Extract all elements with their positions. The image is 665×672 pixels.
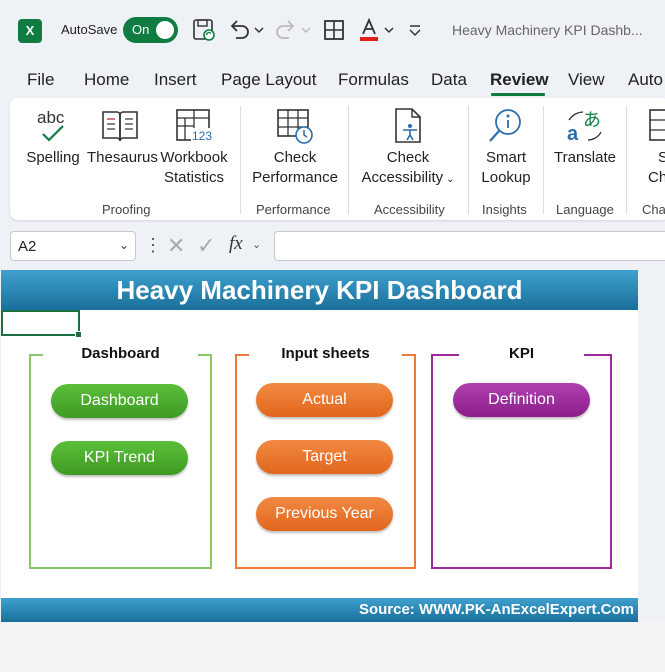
kpi-group-title: KPI — [508, 345, 534, 362]
smart-lookup-label-2: Lookup — [481, 169, 531, 186]
check-accessibility-chevron-icon[interactable]: ⌄ — [446, 174, 454, 185]
show-changes-label-1: Sh — [658, 149, 665, 166]
toggle-knob — [156, 21, 174, 39]
check-accessibility-label-1: Check — [386, 149, 430, 166]
translate-icon: aあ — [565, 106, 605, 146]
font-color-chevron-icon[interactable] — [382, 16, 396, 44]
check-performance-label-1: Check — [273, 149, 317, 166]
selected-cell[interactable] — [1, 310, 82, 338]
translate-button[interactable]: aあ Translate — [550, 106, 620, 168]
spelling-button[interactable]: abc Spelling — [24, 106, 82, 168]
group-label-proofing: Proofing — [102, 202, 151, 217]
document-title: Heavy Machinery KPI Dashb... — [452, 22, 643, 38]
ribbon-tabs: File Home Insert Page Layout Formulas Da… — [0, 66, 665, 96]
insert-function-icon[interactable]: fx — [229, 233, 243, 255]
kpi-trend-nav-button[interactable]: KPI Trend — [51, 441, 188, 475]
group-separator — [348, 106, 349, 214]
autosave-state: On — [132, 22, 150, 37]
thesaurus-button[interactable]: Thesaurus — [87, 106, 158, 168]
excel-logo-icon: X — [18, 19, 46, 43]
more-options-icon[interactable]: ⋮ — [144, 235, 162, 256]
translate-label: Translate — [554, 149, 616, 166]
group-label-accessibility: Accessibility — [374, 202, 445, 217]
dashboard-nav-button[interactable]: Dashboard — [51, 384, 188, 418]
smart-lookup-icon — [486, 106, 526, 146]
svg-text:a: a — [567, 123, 579, 145]
smart-lookup-label-1: Smart — [485, 149, 526, 166]
group-label-language: Language — [556, 202, 614, 217]
check-accessibility-button[interactable]: Check Accessibility ⌄ — [356, 106, 460, 190]
svg-text:abc: abc — [37, 108, 65, 127]
thesaurus-book-icon — [100, 106, 140, 146]
check-accessibility-label-2: Accessibility — [361, 169, 444, 186]
check-performance-icon — [275, 106, 315, 146]
workbook-statistics-icon: 123 — [174, 106, 214, 146]
target-nav-button[interactable]: Target — [256, 440, 393, 474]
sheet-empty-area — [0, 622, 665, 672]
group-separator — [626, 106, 627, 214]
group-separator — [240, 106, 241, 214]
title-bar: X AutoSave On Heavy Machinery KPI Dashb.… — [0, 0, 665, 62]
name-box[interactable]: A2 ⌄ — [10, 231, 136, 261]
ribbon: abc Spelling Thesaurus 123 Workbook Stat… — [10, 98, 665, 220]
definition-nav-button[interactable]: Definition — [453, 383, 590, 417]
check-accessibility-icon — [388, 106, 428, 146]
worksheet[interactable]: Heavy Machinery KPI Dashboard Dashboard … — [1, 270, 638, 622]
save-icon[interactable] — [190, 16, 218, 44]
name-box-chevron-icon[interactable]: ⌄ — [119, 238, 129, 252]
group-separator — [543, 106, 544, 214]
tab-home[interactable]: Home — [84, 70, 129, 90]
workbook-statistics-label-2: Statistics — [163, 169, 224, 186]
svg-text:123: 123 — [192, 129, 212, 143]
active-tab-indicator — [491, 93, 545, 96]
workbook-statistics-button[interactable]: 123 Workbook Statistics — [158, 106, 230, 188]
dashboard-group-title: Dashboard — [81, 345, 160, 362]
formula-input[interactable] — [274, 231, 665, 261]
svg-text:あ: あ — [583, 110, 601, 131]
redo-dropdown-chevron-icon[interactable] — [299, 16, 313, 44]
tab-insert[interactable]: Insert — [154, 70, 197, 90]
customize-toolbar-icon[interactable] — [404, 16, 426, 44]
undo-icon[interactable] — [225, 16, 253, 44]
group-separator — [468, 106, 469, 214]
workbook-statistics-label-1: Workbook — [160, 149, 228, 166]
autosave-label: AutoSave — [61, 22, 118, 37]
enter-check-icon[interactable]: ✓ — [197, 233, 215, 259]
input-sheets-group-title: Input sheets — [281, 345, 370, 362]
name-box-value: A2 — [18, 238, 37, 255]
show-changes-icon — [648, 106, 665, 146]
font-color-icon[interactable] — [355, 16, 383, 44]
tab-view[interactable]: View — [568, 70, 605, 90]
spelling-label: Spelling — [26, 149, 80, 166]
actual-nav-button[interactable]: Actual — [256, 383, 393, 417]
group-label-insights: Insights — [482, 202, 527, 217]
thesaurus-label: Thesaurus — [87, 149, 158, 166]
group-label-changes: Cha — [642, 202, 665, 217]
tab-formulas[interactable]: Formulas — [338, 70, 409, 90]
cancel-icon[interactable]: ✕ — [167, 233, 185, 259]
group-label-performance: Performance — [256, 202, 331, 217]
show-changes-button[interactable]: Sh Cha — [638, 106, 665, 188]
source-footer: Source: WWW.PK-AnExcelExpert.Com — [1, 598, 638, 622]
spelling-icon: abc — [33, 106, 73, 146]
tab-data[interactable]: Data — [431, 70, 467, 90]
check-performance-label-2: Performance — [252, 169, 338, 186]
tab-file[interactable]: File — [27, 70, 54, 90]
tab-review[interactable]: Review — [490, 70, 549, 90]
autosave-toggle[interactable]: On — [123, 17, 178, 43]
redo-icon[interactable] — [272, 16, 300, 44]
dashboard-title: Heavy Machinery KPI Dashboard — [1, 270, 638, 310]
undo-dropdown-chevron-icon[interactable] — [252, 16, 266, 44]
borders-icon[interactable] — [320, 16, 348, 44]
check-performance-button[interactable]: Check Performance — [250, 106, 340, 188]
tab-automate[interactable]: Auto — [628, 70, 663, 90]
previous-year-nav-button[interactable]: Previous Year — [256, 497, 393, 531]
smart-lookup-button[interactable]: Smart Lookup — [476, 106, 536, 188]
show-changes-label-2: Cha — [648, 169, 665, 186]
function-chevron-icon[interactable]: ⌄ — [252, 238, 261, 251]
tab-page-layout[interactable]: Page Layout — [221, 70, 316, 90]
